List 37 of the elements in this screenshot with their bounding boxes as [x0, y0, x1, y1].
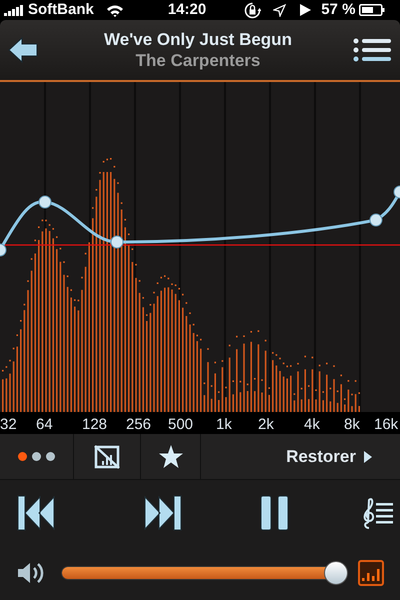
- back-arrow-icon: [8, 37, 38, 63]
- crossed-chart-icon: [94, 444, 120, 468]
- frequency-label: 4k: [304, 415, 320, 435]
- visualizer-button[interactable]: [358, 560, 384, 586]
- rotation-lock-icon: [244, 2, 262, 18]
- clock-time: 14:20: [168, 0, 206, 20]
- next-button[interactable]: [144, 494, 182, 530]
- previous-icon: [17, 494, 55, 530]
- frequency-label: 1k: [216, 415, 232, 435]
- equalizer-curve-drawing[interactable]: [0, 158, 400, 412]
- signal-icon: [4, 4, 25, 16]
- previous-button[interactable]: [17, 494, 55, 530]
- frequency-label: 2k: [258, 415, 274, 435]
- star-icon: [158, 444, 184, 469]
- artist-name: The Carpenters: [136, 50, 260, 71]
- frequency-label: 256: [126, 415, 152, 435]
- pause-icon: [260, 494, 290, 530]
- location-arrow-icon: [273, 4, 286, 16]
- song-title: We've Only Just Begun: [104, 29, 292, 50]
- frequency-label: 128: [82, 415, 108, 435]
- volume-thumb[interactable]: [324, 560, 348, 584]
- battery-percent: 57 %: [321, 0, 356, 20]
- frequency-label: 500: [168, 415, 194, 435]
- volume-slider[interactable]: [61, 560, 347, 584]
- frequency-label: 32: [0, 415, 17, 435]
- play-triangle-icon: [364, 450, 372, 462]
- wifi-icon: [106, 4, 124, 16]
- frequency-label: 16k: [374, 415, 398, 435]
- battery-icon: [359, 4, 386, 16]
- next-icon: [144, 494, 182, 530]
- carrier-name: SoftBank: [28, 0, 94, 20]
- pause-button[interactable]: [260, 494, 290, 530]
- play-icon: [300, 4, 312, 16]
- frequency-label: 8k: [344, 415, 360, 435]
- frequency-label: 64: [36, 415, 53, 435]
- menu-icon: [353, 38, 391, 62]
- bar-chart-icon: [362, 566, 380, 580]
